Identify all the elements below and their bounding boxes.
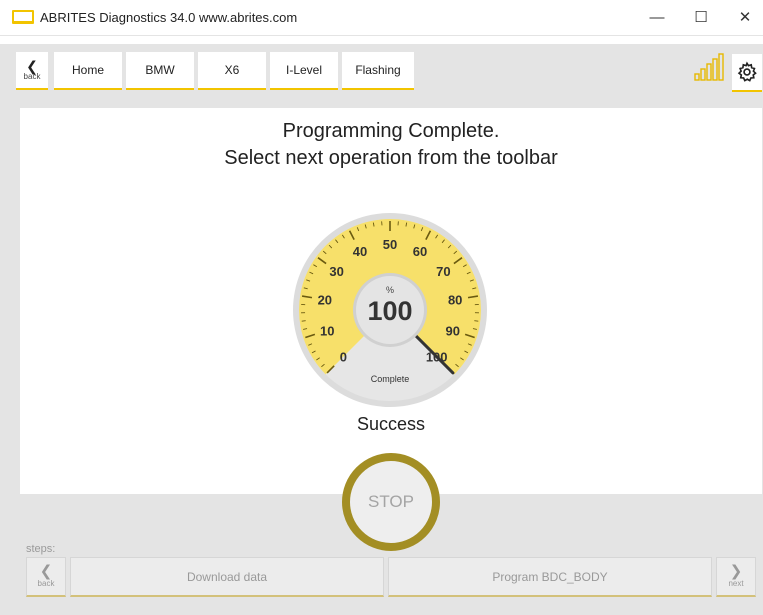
gauge-scale-label: 40 xyxy=(353,244,367,259)
gauge-scale-label: 70 xyxy=(436,264,450,279)
gauge-minor-tick xyxy=(301,320,306,322)
step-download-data[interactable]: Download data xyxy=(70,557,384,597)
maximize-button[interactable]: ☐ xyxy=(684,4,718,30)
gauge-minor-tick xyxy=(474,320,479,322)
back-label: back xyxy=(23,71,41,81)
stop-button[interactable]: STOP xyxy=(342,453,440,551)
chevron-left-icon: ❮ xyxy=(39,563,53,580)
abrites-logo-icon xyxy=(12,10,34,24)
steps-next-button[interactable]: ❯ next xyxy=(716,557,756,597)
breadcrumb-bmw[interactable]: BMW xyxy=(126,52,194,90)
gauge-unit: % xyxy=(386,285,394,295)
signal-bars-icon xyxy=(694,53,724,81)
success-label: Success xyxy=(356,414,426,434)
chevron-right-icon: ❯ xyxy=(729,563,743,580)
steps-back-label: back xyxy=(37,579,55,588)
gauge-scale-label: 60 xyxy=(413,244,427,259)
gauge-scale-label: 20 xyxy=(318,293,332,308)
window-title: ABRITES Diagnostics 34.0 www.abrites.com xyxy=(40,10,298,25)
gauge-scale-label: 90 xyxy=(446,323,460,338)
progress-gauge: 0102030405060708090100 % 100 Complete xyxy=(293,213,487,407)
status-heading: Programming Complete. Select next operat… xyxy=(20,118,762,172)
heading-line-1: Programming Complete. xyxy=(282,120,500,142)
close-button[interactable]: ✕ xyxy=(728,4,762,30)
gauge-scale-label: 10 xyxy=(320,323,334,338)
title-bar: ABRITES Diagnostics 34.0 www.abrites.com… xyxy=(0,0,763,36)
gauge-value: 100 xyxy=(367,296,412,326)
settings-button[interactable] xyxy=(732,54,762,92)
minimize-button[interactable]: — xyxy=(640,4,674,30)
gear-icon xyxy=(737,61,757,82)
steps-label: steps: xyxy=(26,543,56,555)
gauge-caption: Complete xyxy=(371,374,410,384)
step-program-bdc-body[interactable]: Program BDC_BODY xyxy=(388,557,712,597)
breadcrumb-home[interactable]: Home xyxy=(54,52,122,90)
heading-line-2: Select next operation from the toolbar xyxy=(224,147,558,169)
toolbar-back-button[interactable]: ❮ back xyxy=(16,52,48,90)
breadcrumb-i-level[interactable]: I-Level xyxy=(270,52,338,90)
gauge-scale-label: 50 xyxy=(383,237,397,252)
gauge-scale-label: 0 xyxy=(340,350,347,365)
gauge-scale-label: 30 xyxy=(329,264,343,279)
breadcrumb-x6[interactable]: X6 xyxy=(198,52,266,90)
chevron-left-icon: ❮ xyxy=(26,57,38,74)
gauge-scale-label: 80 xyxy=(448,293,462,308)
toolbar: ❮ back Home BMW X6 I-Level Flashing xyxy=(0,44,763,94)
steps-next-label: next xyxy=(728,579,744,588)
breadcrumb-flashing[interactable]: Flashing xyxy=(342,52,414,90)
steps-back-button[interactable]: ❮ back xyxy=(26,557,66,597)
